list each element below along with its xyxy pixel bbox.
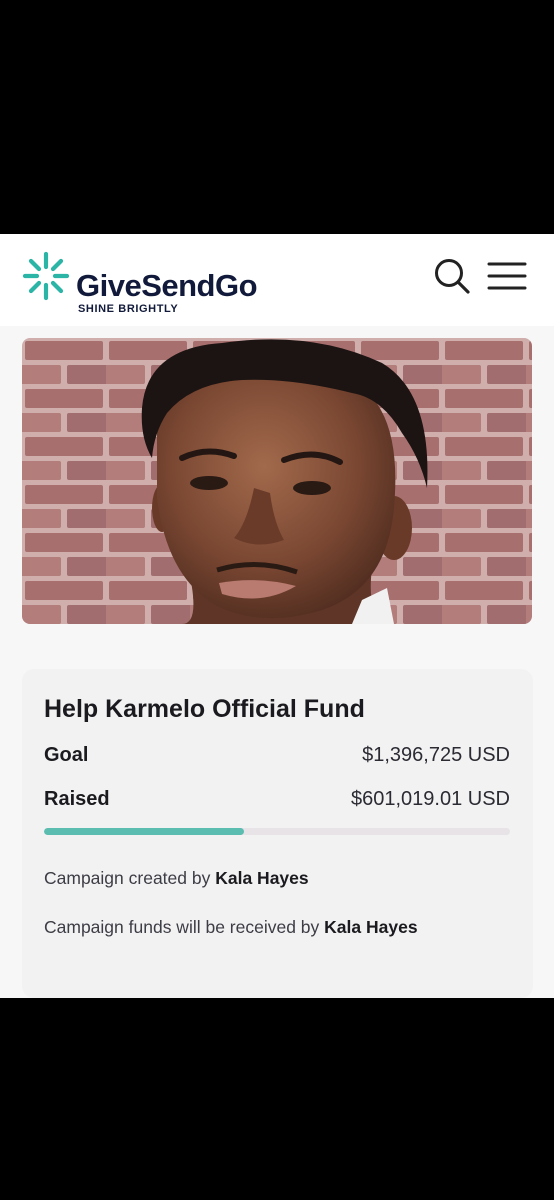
site-header: GiveSendGo SHINE BRIGHTLY (0, 234, 554, 326)
app-screen: GiveSendGo SHINE BRIGHTLY Help Karmelo O… (0, 234, 554, 998)
goal-label: Goal (44, 744, 89, 766)
creator-name[interactable]: Kala Hayes (215, 868, 308, 888)
progress-bar-fill (44, 828, 245, 835)
campaign-photo (22, 338, 532, 624)
brand-name: GiveSendGo (76, 268, 258, 303)
search-icon[interactable] (433, 257, 471, 295)
raised-value: $601,019.01 USD (350, 788, 510, 810)
brand-tagline: SHINE BRIGHTLY (78, 303, 179, 315)
sunburst-logo-icon (22, 251, 70, 301)
recipient-prefix: Campaign funds will be received by (44, 917, 320, 937)
portrait-photo (22, 338, 532, 624)
campaign-creator: Campaign created by Kala Hayes (44, 868, 309, 889)
raised-label: Raised (44, 788, 110, 810)
funds-recipient: Campaign funds will be received by Kala … (44, 917, 418, 938)
goal-value: $1,396,725 USD (362, 744, 510, 766)
brand-logo[interactable]: GiveSendGo SHINE BRIGHTLY (22, 250, 272, 315)
campaign-info-card: Help Karmelo Official Fund Goal $1,396,7… (22, 669, 533, 998)
hamburger-menu-icon[interactable] (487, 261, 527, 291)
progress-bar (44, 828, 510, 835)
campaign-title[interactable]: Help Karmelo Official Fund (44, 695, 365, 724)
recipient-name[interactable]: Kala Hayes (324, 917, 417, 937)
creator-prefix: Campaign created by (44, 868, 211, 888)
